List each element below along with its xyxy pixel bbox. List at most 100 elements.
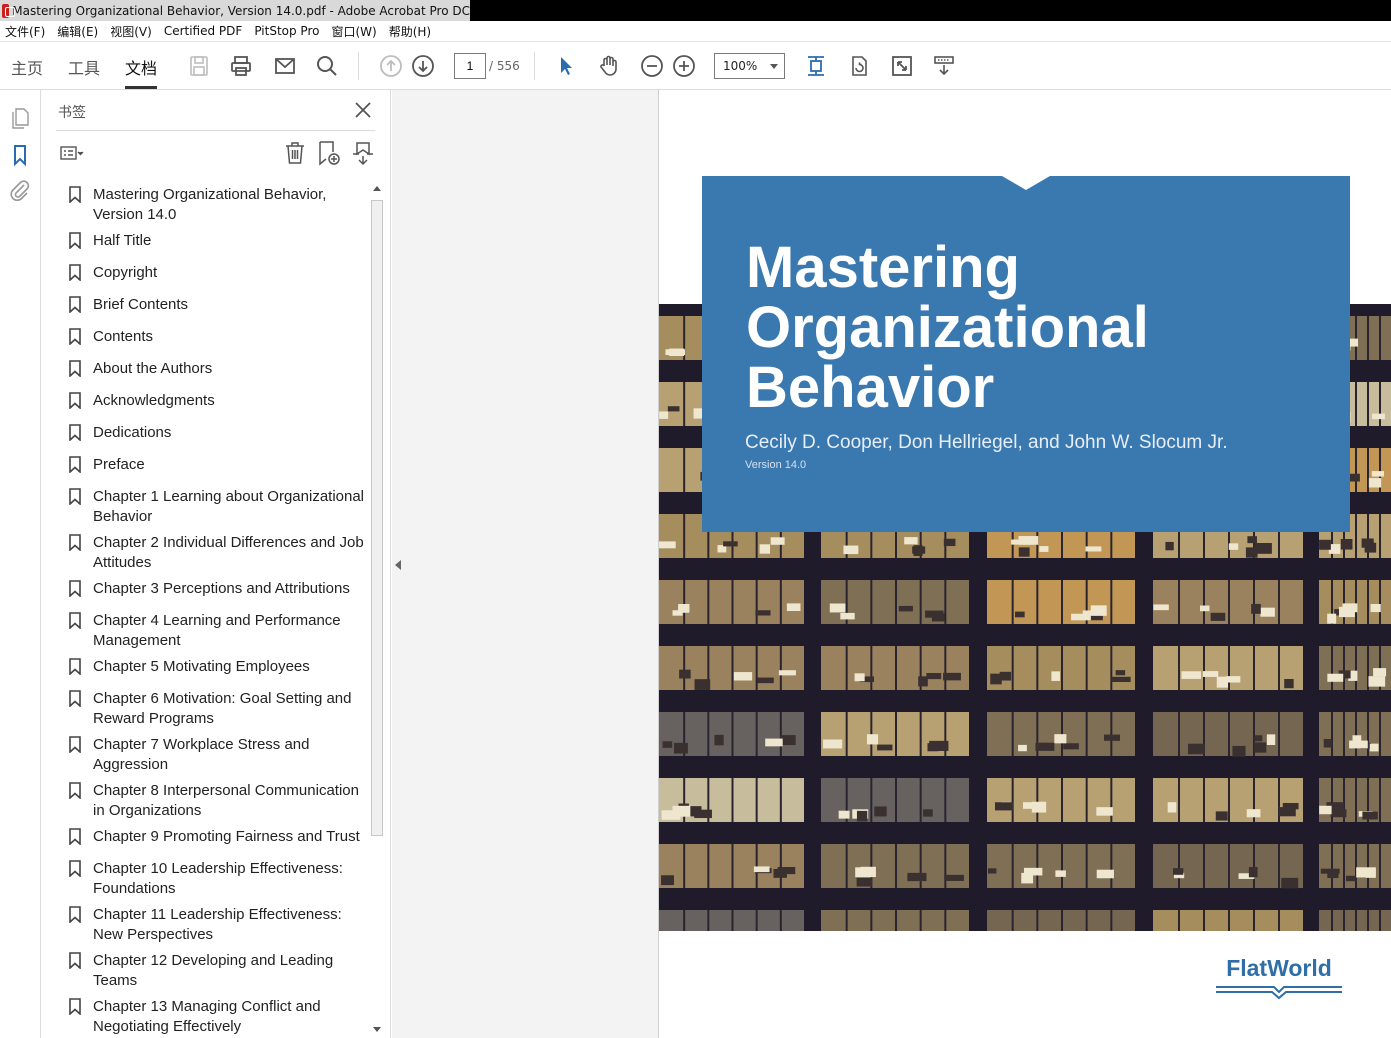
toolbar: 主页 工具 文档 — [0, 42, 1391, 90]
hand-tool-icon[interactable] — [596, 53, 622, 79]
bookmark-label: Chapter 9 Promoting Fairness and Trust — [93, 828, 360, 845]
bookmark-icon — [69, 690, 81, 707]
bookmarks-panel-title: 书签 — [58, 105, 86, 121]
bookmark-icon — [69, 782, 81, 799]
menu-bar: 文件(F) 编辑(E) 视图(V) Certified PDF PitStop … — [0, 21, 1391, 42]
bookmark-label: About the Authors — [93, 360, 213, 377]
menu-view[interactable]: 视图(V) — [105, 23, 159, 40]
bookmark-icon — [69, 424, 81, 441]
bookmark-icon — [69, 264, 81, 281]
bookmark-label: Chapter 13 Managing Conflict and Negotia… — [93, 998, 321, 1035]
publisher-name: FlatWorld — [1226, 955, 1332, 981]
bookmark-label: Dedications — [93, 424, 172, 441]
full-screen-icon[interactable] — [889, 53, 915, 79]
bookmark-label: Chapter 1 Learning about Organizational … — [93, 488, 365, 525]
bookmark-label: Chapter 6 Motivation: Goal Setting and R… — [93, 690, 352, 727]
scroll-down-icon[interactable] — [373, 1027, 381, 1032]
bookmark-icon — [69, 906, 81, 923]
bookmark-label: Chapter 2 Individual Differences and Job… — [93, 534, 364, 571]
bookmark-label: Chapter 11 Leadership Effectiveness: New… — [93, 906, 342, 943]
next-page-icon[interactable] — [410, 53, 436, 79]
bookmark-icon — [69, 392, 81, 409]
scroll-up-icon[interactable] — [373, 186, 381, 191]
bookmark-icon — [69, 658, 81, 675]
delete-bookmark-icon[interactable] — [282, 140, 308, 166]
zoom-out-icon[interactable] — [639, 53, 665, 79]
close-icon[interactable] — [353, 100, 373, 120]
bookmark-icon — [69, 186, 81, 203]
bookmark-icon — [69, 952, 81, 969]
toolbar-separator — [534, 52, 535, 80]
bookmark-label: Brief Contents — [93, 296, 189, 313]
page-total: / 556 — [489, 59, 520, 73]
menu-certified-pdf[interactable]: Certified PDF — [159, 24, 250, 38]
bookmark-label: Chapter 5 Motivating Employees — [93, 658, 310, 675]
bookmark-icon — [69, 612, 81, 629]
window-title: Mastering Organizational Behavior, Versi… — [12, 3, 470, 18]
bookmark-icon — [69, 736, 81, 753]
bookmark-label: Acknowledgments — [93, 392, 215, 409]
bookmark-icon — [69, 360, 81, 377]
attachment-icon[interactable] — [8, 178, 32, 202]
page-number-input[interactable] — [454, 53, 486, 79]
bookmarks-scrollbar[interactable] — [370, 182, 384, 1038]
bookmarks-panel: 书签 Mastering Organizational Behavior, Ve… — [42, 90, 391, 1038]
menu-window[interactable]: 窗口(W) — [326, 23, 383, 40]
toolbar-separator — [358, 52, 359, 80]
publisher-logo: FlatWorld — [1214, 955, 1344, 1001]
search-icon[interactable] — [314, 53, 340, 79]
menu-file[interactable]: 文件(F) — [0, 23, 52, 40]
bookmark-label: Chapter 4 Learning and Performance Manag… — [93, 612, 341, 649]
bookmark-icon — [69, 488, 81, 505]
bookmark-icon — [69, 232, 81, 249]
rotate-page-icon[interactable] — [846, 53, 872, 79]
bookmark-label: Half Title — [93, 232, 152, 249]
bookmark-icon — [69, 860, 81, 877]
bookmark-label: Preface — [93, 456, 145, 473]
bookmark-label: Chapter 10 Leadership Effectiveness: Fou… — [93, 860, 343, 897]
bookmark-icon — [69, 580, 81, 597]
bookmark-icon — [69, 534, 81, 551]
email-icon[interactable] — [272, 53, 298, 79]
bookmark-icon — [69, 998, 81, 1015]
collapse-panel-icon[interactable] — [395, 560, 401, 570]
previous-page-icon[interactable] — [378, 53, 404, 79]
navigation-rail — [0, 90, 41, 1038]
tab-tools[interactable]: 工具 — [68, 55, 100, 79]
zoom-level-value: 100% — [723, 59, 758, 73]
print-icon[interactable] — [228, 53, 254, 79]
new-bookmark-icon[interactable] — [316, 140, 342, 166]
bookmark-label: Chapter 3 Perceptions and Attributions — [93, 580, 350, 597]
bookmark-label: Mastering Organizational Behavior, Versi… — [93, 186, 327, 223]
expand-bookmark-icon[interactable] — [350, 140, 376, 166]
select-cursor-icon[interactable] — [553, 53, 579, 79]
zoom-in-icon[interactable] — [671, 53, 697, 79]
options-menu-icon[interactable] — [58, 140, 84, 166]
bookmark-icon — [69, 328, 81, 345]
menu-help[interactable]: 帮助(H) — [384, 23, 438, 40]
more-tools-icon[interactable] — [931, 53, 957, 79]
acrobat-app-icon — [2, 3, 16, 18]
bookmark-icon[interactable] — [8, 143, 32, 167]
title-bar: Mastering Organizational Behavior, Versi… — [0, 0, 1391, 21]
bookmark-label: Chapter 7 Workplace Stress and Aggressio… — [93, 736, 310, 773]
cover-version: Version 14.0 — [745, 459, 807, 471]
cover-title: Mastering Organizational Behavior — [746, 235, 1149, 420]
page-thumbnails-icon[interactable] — [8, 106, 32, 130]
bookmark-label: Chapter 8 Interpersonal Communication in… — [93, 782, 359, 819]
panel-divider — [56, 130, 375, 131]
menu-edit[interactable]: 编辑(E) — [52, 23, 105, 40]
scrollbar-thumb[interactable] — [371, 200, 383, 836]
tab-home[interactable]: 主页 — [11, 55, 43, 79]
tab-document[interactable]: 文档 — [125, 55, 158, 89]
bookmark-label: Copyright — [93, 264, 158, 281]
save-icon[interactable] — [186, 53, 212, 79]
bookmark-label: Contents — [93, 328, 154, 345]
bookmark-icon — [69, 296, 81, 313]
bookmark-label: Chapter 12 Developing and Leading Teams — [93, 952, 334, 989]
menu-pitstop-pro[interactable]: PitStop Pro — [249, 24, 326, 38]
bookmark-list: Mastering Organizational Behavior, Versi… — [42, 182, 372, 1038]
bookmark-icon — [69, 456, 81, 473]
zoom-level-select[interactable]: 100% — [714, 53, 785, 79]
fit-page-scroll-icon[interactable] — [803, 53, 829, 79]
